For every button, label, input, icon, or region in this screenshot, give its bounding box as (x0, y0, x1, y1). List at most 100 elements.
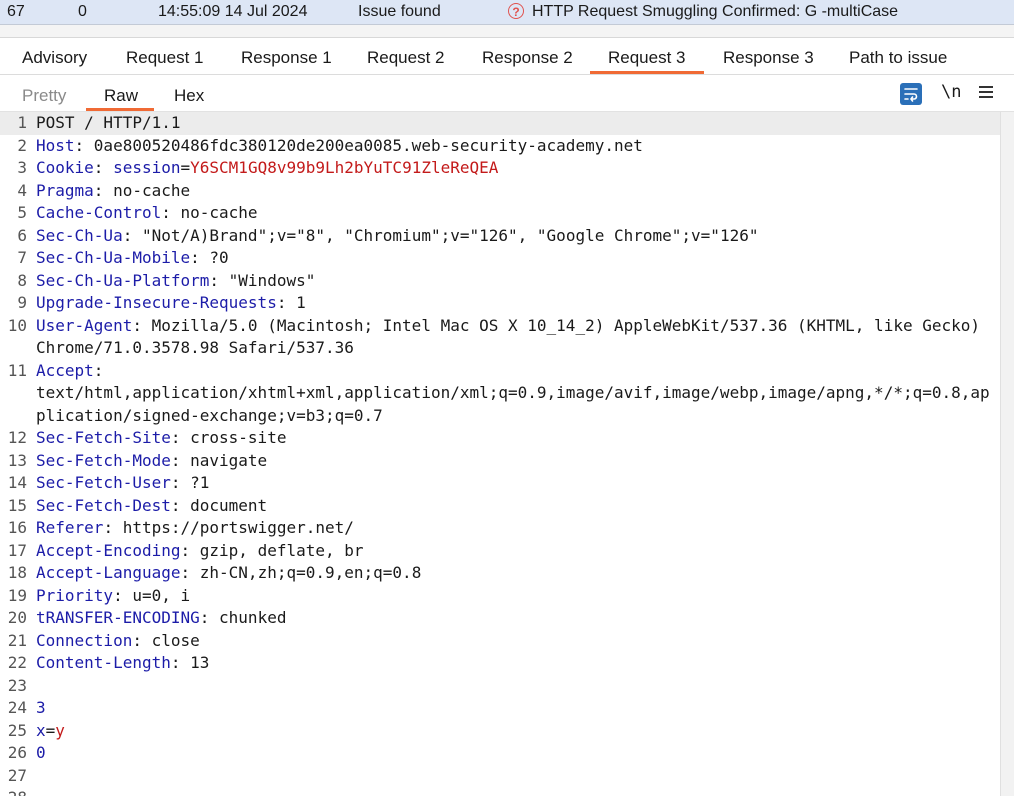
tab-raw[interactable]: Raw (104, 86, 138, 106)
wrap-lines-glyph (904, 88, 918, 102)
issue-number: 67 (7, 3, 25, 20)
line-number: 25 (7, 720, 27, 740)
code-line[interactable]: 24 3 (0, 697, 1000, 720)
line-content: 0 (36, 742, 996, 765)
header-separator: : (180, 563, 200, 582)
header-name: Connection (36, 630, 133, 650)
code-line[interactable]: 15 Sec-Fetch-Dest: document (0, 495, 1000, 518)
code-line[interactable]: 17 Accept-Encoding: gzip, deflate, br (0, 540, 1000, 563)
header-name: Sec-Ch-Ua-Mobile (36, 248, 191, 267)
header-name: Priority (36, 585, 114, 605)
code-line[interactable]: 27 (0, 765, 1000, 788)
code-line[interactable]: 25 x=y (0, 720, 1000, 743)
header-separator: : (132, 315, 152, 335)
line-content: Priority: u=0, i (36, 585, 996, 608)
line-content: Sec-Ch-Ua-Platform: "Windows" (36, 270, 996, 293)
code-line[interactable]: 10 User-Agent: Mozilla/5.0 (Macintosh; In… (0, 315, 1000, 360)
header-separator: : (161, 203, 181, 222)
code-line[interactable]: 9 Upgrade-Insecure-Requests: 1 (0, 292, 1000, 315)
code-line[interactable]: 7 Sec-Ch-Ua-Mobile: ?0 (0, 247, 1000, 270)
header-separator: : (103, 518, 123, 537)
code-line[interactable]: 4 Pragma: no-cache (0, 180, 1000, 203)
hamburger-menu-icon[interactable] (979, 83, 995, 103)
code-line[interactable]: 20 tRANSFER-ENCODING: chunked (0, 607, 1000, 630)
sub-tab-bar: Pretty Raw Hex \n (0, 75, 1014, 112)
header-separator: : (190, 248, 210, 267)
raw-request-editor[interactable]: 1 POST / HTTP/1.1 2 Host: 0ae800520486fdc38… (0, 112, 1000, 796)
tab-request-1[interactable]: Request 1 (126, 48, 204, 68)
active-subtab-indicator (86, 108, 154, 111)
header-name: Cookie (36, 158, 94, 177)
header-name: Sec-Fetch-Site (36, 428, 171, 447)
code-line[interactable]: 14 Sec-Fetch-User: ?1 (0, 472, 1000, 495)
line-number: 4 (17, 180, 27, 200)
line-number: 5 (17, 203, 27, 222)
line-number: 20 (7, 608, 27, 627)
panel-divider[interactable] (0, 25, 1014, 38)
header-separator: : (199, 608, 220, 627)
tab-pretty[interactable]: Pretty (22, 86, 66, 106)
code-line[interactable]: 19 Priority: u=0, i (0, 585, 1000, 608)
header-value: "Windows" (228, 270, 316, 290)
tab-response-1[interactable]: Response 1 (241, 48, 332, 68)
tab-advisory[interactable]: Advisory (22, 48, 87, 68)
line-number: 9 (17, 293, 27, 312)
header-name: Host (36, 135, 75, 155)
line-number: 14 (7, 473, 27, 492)
line-number: 26 (7, 743, 27, 762)
line-number: 12 (7, 428, 27, 447)
line-content: Host: 0ae800520486fdc380120de200ea0085.w… (36, 135, 996, 158)
header-value: no-cache (113, 180, 191, 200)
header-separator: : (180, 540, 200, 560)
line-number: 18 (7, 563, 27, 582)
header-name: Accept (36, 360, 94, 380)
header-value: Mozilla/5.0 (Macintosh; Intel Mac OS X 1… (36, 315, 990, 358)
header-value: "Not/A)Brand";v="8", "Chromium";v="126",… (141, 225, 759, 245)
header-value: POST / HTTP/1.1 (36, 113, 181, 132)
line-number: 3 (17, 158, 27, 177)
code-line[interactable]: 22 Content-Length: 13 (0, 652, 1000, 675)
code-line[interactable]: 21 Connection: close (0, 630, 1000, 653)
code-line[interactable]: 13 Sec-Fetch-Mode: navigate (0, 450, 1000, 473)
header-value: https://portswigger.net/ (122, 518, 354, 537)
tab-hex[interactable]: Hex (174, 86, 204, 106)
code-line[interactable]: 23 (0, 675, 1000, 698)
code-line[interactable]: 1 POST / HTTP/1.1 (0, 112, 1000, 135)
show-newlines-button[interactable]: \n (941, 82, 961, 102)
code-line[interactable]: 5 Cache-Control: no-cache (0, 202, 1000, 225)
line-number: 17 (7, 540, 27, 560)
header-value: ?1 (190, 473, 210, 492)
code-line[interactable]: 6 Sec-Ch-Ua: "Not/A)Brand";v="8", "Chromi… (0, 225, 1000, 248)
code-line[interactable]: 26 0 (0, 742, 1000, 765)
header-name: Content-Length (36, 653, 171, 672)
tab-path-to-issue[interactable]: Path to issue (849, 48, 947, 68)
tab-response-3[interactable]: Response 3 (723, 48, 814, 68)
vertical-scrollbar[interactable] (1000, 112, 1014, 796)
tab-request-3[interactable]: Request 3 (608, 48, 686, 68)
tab-response-2[interactable]: Response 2 (482, 48, 573, 68)
issue-row[interactable]: 67 0 14:55:09 14 Jul 2024 Issue found ? … (0, 0, 1014, 25)
header-name: Pragma (36, 180, 94, 200)
header-value: navigate (190, 450, 268, 470)
header-separator: : (170, 495, 191, 515)
code-line[interactable]: 8 Sec-Ch-Ua-Platform: "Windows" (0, 270, 1000, 293)
header-separator: : (170, 450, 191, 470)
tab-request-2[interactable]: Request 2 (367, 48, 445, 68)
code-line[interactable]: 11 Accept: text/html,application/xhtml+xm… (0, 360, 1000, 428)
line-number: 22 (7, 653, 27, 672)
code-line[interactable]: 18 Accept-Language: zh-CN,zh;q=0.9,en;q=0… (0, 562, 1000, 585)
code-line[interactable]: 3 Cookie: session=Y6SCM1GQ8v99b9Lh2bYuTC9… (0, 157, 1000, 180)
code-line[interactable]: 28 (0, 787, 1000, 796)
header-separator: : (170, 653, 191, 672)
header-value: cross-site (190, 428, 287, 447)
line-number: 23 (7, 675, 27, 695)
header-value: u=0, i (132, 585, 191, 605)
code-line[interactable]: 12 Sec-Fetch-Site: cross-site (0, 427, 1000, 450)
issue-title: HTTP Request Smuggling Confirmed: G -mul… (532, 3, 899, 20)
header-value: no-cache (180, 203, 258, 222)
code-line[interactable]: 2 Host: 0ae800520486fdc380120de200ea0085.… (0, 135, 1000, 158)
header-separator: : (170, 473, 191, 492)
wrap-lines-icon[interactable] (900, 83, 922, 105)
header-name: Accept-Encoding (36, 540, 181, 560)
code-line[interactable]: 16 Referer: https://portswigger.net/ (0, 517, 1000, 540)
